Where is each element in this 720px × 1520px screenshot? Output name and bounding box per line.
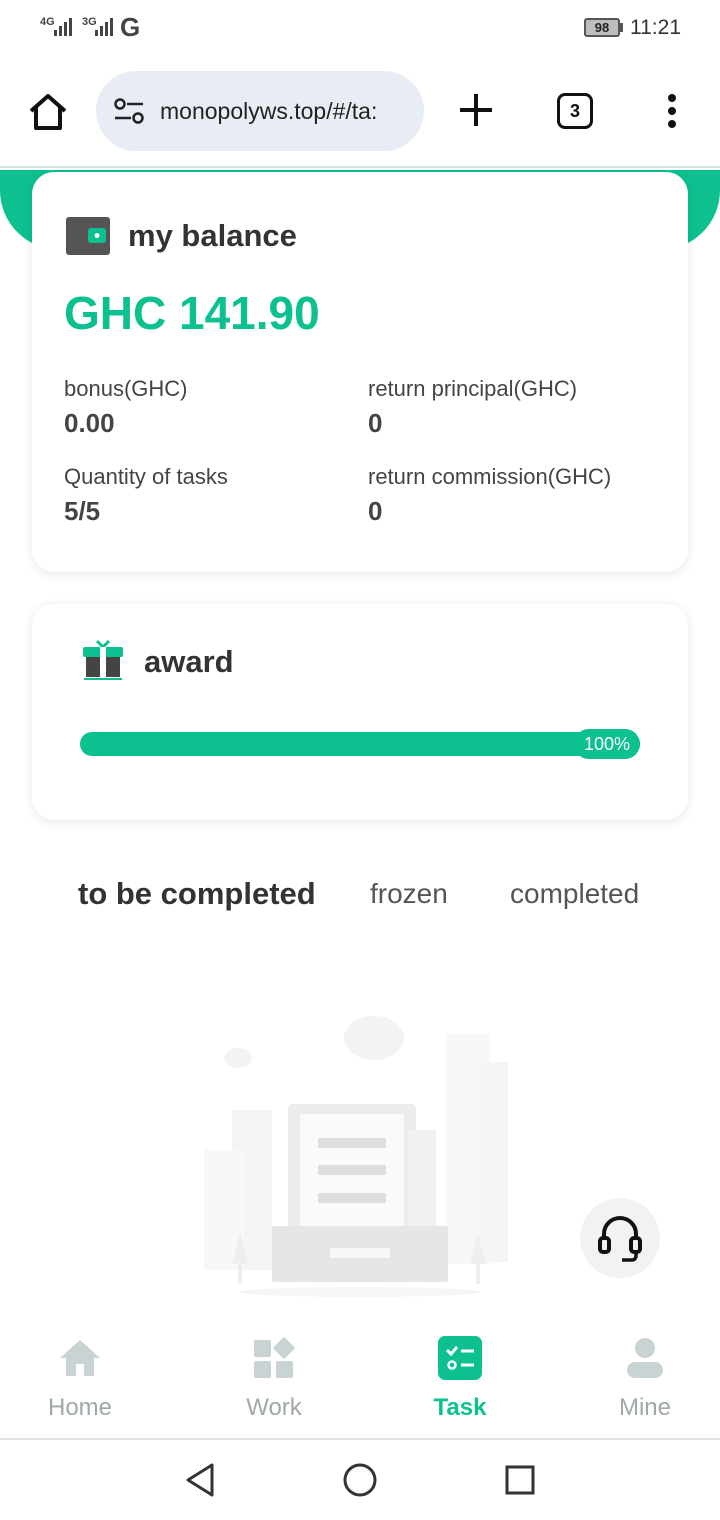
url-text[interactable]: monopolyws.top/#/ta:	[160, 98, 377, 125]
task-quantity-value: 5/5	[64, 496, 101, 526]
tabs-button[interactable]: 3	[557, 93, 593, 129]
nav-task[interactable]: Task	[390, 1320, 530, 1440]
tab-completed[interactable]: completed	[510, 878, 639, 910]
balance-card: my balance GHC 141.90 bonus(GHC) 0.00 re…	[32, 172, 688, 572]
user-icon	[627, 1338, 663, 1378]
battery-icon: 98	[584, 18, 620, 37]
customer-support-button[interactable]	[580, 1198, 660, 1278]
nav-work-label: Work	[246, 1394, 302, 1421]
grid-icon	[254, 1337, 295, 1378]
bonus-value: 0.00	[64, 408, 115, 438]
tab-frozen[interactable]: frozen	[370, 878, 448, 910]
new-tab-icon[interactable]	[456, 90, 496, 130]
return-commission-value: 0	[368, 496, 383, 526]
task-quantity-label: Quantity of tasks	[64, 464, 228, 489]
award-progress-bar: 100%	[80, 729, 640, 759]
nav-home[interactable]: Home	[10, 1320, 150, 1440]
wallet-icon	[66, 217, 110, 255]
site-settings-icon[interactable]	[114, 97, 144, 125]
system-navigation-bar	[0, 1442, 720, 1520]
return-principal-label: return principal(GHC)	[368, 376, 578, 401]
home-circle-icon[interactable]	[342, 1462, 378, 1498]
award-progress-fill	[80, 732, 640, 756]
address-bar[interactable]: monopolyws.top/#/ta:	[96, 71, 424, 151]
clock: 11:21	[630, 16, 681, 39]
signal-strength-icon-2	[95, 18, 113, 36]
bottom-navigation: Home Work Task Mine	[0, 1320, 720, 1440]
google-icon: G	[120, 12, 141, 42]
award-title: award	[144, 644, 234, 679]
battery-tip	[620, 23, 623, 32]
nav-home-label: Home	[47, 1394, 113, 1421]
nav-mine[interactable]: Mine	[575, 1320, 715, 1440]
home-icon	[60, 1340, 100, 1376]
gift-icon	[83, 639, 123, 680]
award-progress-label: 100%	[573, 729, 640, 759]
balance-title: my balance	[128, 218, 297, 253]
home-icon[interactable]	[26, 90, 70, 134]
signal-strength-icon	[54, 18, 72, 36]
nav-work[interactable]: Work	[204, 1320, 344, 1440]
return-commission-label: return commission(GHC)	[368, 464, 612, 489]
browser-toolbar: monopolyws.top/#/ta: 3	[0, 56, 720, 168]
back-icon[interactable]	[184, 1462, 216, 1498]
task-list-icon	[438, 1336, 482, 1380]
tab-to-be-completed[interactable]: to be completed	[78, 876, 316, 912]
nav-task-label: Task	[433, 1394, 487, 1421]
balance-amount: GHC 141.90	[64, 287, 320, 339]
headset-icon	[598, 1216, 642, 1262]
empty-state-illustration	[204, 1016, 508, 1297]
more-menu-icon[interactable]	[666, 94, 678, 130]
nav-mine-label: Mine	[618, 1394, 672, 1421]
award-card: award 100%	[32, 604, 688, 820]
return-principal-value: 0	[368, 408, 383, 438]
status-bar: 4G 3G G 98 11:21	[0, 0, 720, 56]
recents-icon[interactable]	[504, 1464, 536, 1496]
bonus-label: bonus(GHC)	[64, 376, 188, 401]
